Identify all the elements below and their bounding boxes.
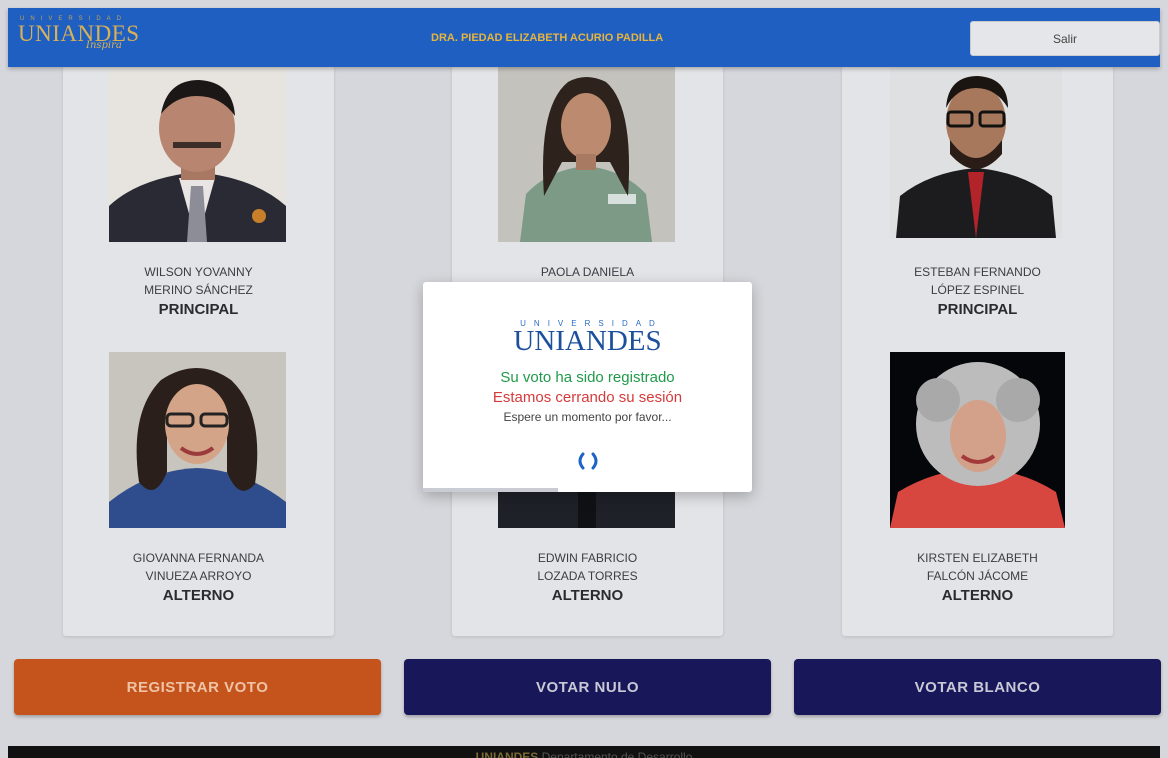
candidate-last-names: LOZADA TORRES [537,569,638,583]
candidate-first-names: WILSON YOVANNY [144,265,253,279]
candidate-card-1[interactable]: WILSON YOVANNY MERINO SÁNCHEZ PRINCIPAL … [63,66,334,636]
vote-registered-message: Su voto ha sido registrado [500,369,675,386]
footer-bar: UNIANDES Departamento de Desarrollo [8,746,1160,758]
progress-bar [423,488,558,492]
please-wait-message: Espere un momento por favor... [503,410,672,424]
candidate-last-names: LÓPEZ ESPINEL [930,283,1025,297]
uniandes-logo: UNIVERSIDAD UNIANDES Inspira [16,12,146,58]
top-header-bar: UNIVERSIDAD UNIANDES Inspira DRA. PIEDAD… [8,8,1160,67]
candidate-info-principal-1: WILSON YOVANNY MERINO SÁNCHEZ PRINCIPAL [63,263,334,321]
candidate-photo-principal-1 [109,66,286,242]
candidate-photo-principal-3 [890,66,1062,238]
candidate-info-principal-2: PAOLA DANIELA [452,263,723,281]
candidate-role: ALTERNO [941,587,1014,604]
register-vote-button[interactable]: REGISTRAR VOTO [14,659,381,715]
candidate-role: PRINCIPAL [158,301,239,318]
candidate-photo-alterno-3 [890,352,1065,528]
candidate-card-3[interactable]: ESTEBAN FERNANDO LÓPEZ ESPINEL PRINCIPAL… [842,66,1113,636]
footer-text: UNIANDES Departamento de Desarrollo [8,750,1160,758]
footer-brand: UNIANDES [475,750,539,758]
exit-button[interactable]: Salir [970,21,1160,56]
candidate-first-names: KIRSTEN ELIZABETH [917,551,1038,565]
candidate-first-names: PAOLA DANIELA [540,265,635,279]
candidate-last-names: FALCÓN JÁCOME [926,569,1029,583]
candidate-first-names: GIOVANNA FERNANDA [132,551,265,565]
footer-department: Departamento de Desarrollo [541,750,693,758]
candidate-role: ALTERNO [162,587,235,604]
candidate-info-alterno-3: KIRSTEN ELIZABETH FALCÓN JÁCOME ALTERNO [842,549,1113,607]
candidate-role: PRINCIPAL [937,301,1018,318]
candidate-info-alterno-2: EDWIN FABRICIO LOZADA TORRES ALTERNO [452,549,723,607]
vote-blank-button[interactable]: VOTAR BLANCO [794,659,1161,715]
candidate-photo-principal-2 [498,66,675,242]
candidate-info-alterno-1: GIOVANNA FERNANDA VINUEZA ARROYO ALTERNO [63,549,334,607]
candidate-last-names: VINUEZA ARROYO [145,569,252,583]
candidate-first-names: ESTEBAN FERNANDO [914,265,1041,279]
closing-session-message: Estamos cerrando su sesión [492,389,683,406]
logo-tagline: Inspira [86,40,122,51]
candidate-first-names: EDWIN FABRICIO [537,551,638,565]
candidate-role: ALTERNO [551,587,624,604]
vote-null-button[interactable]: VOTAR NULO [404,659,771,715]
vote-registered-modal: UNIVERSIDAD UNIANDES Su voto ha sido reg… [423,282,752,492]
loading-spinner-icon [574,450,602,472]
modal-logo-main-text: UNIANDES [513,325,662,357]
candidate-photo-alterno-1 [109,352,286,528]
candidate-last-names: MERINO SÁNCHEZ [144,283,253,297]
user-name: DRA. PIEDAD ELIZABETH ACURIO PADILLA [431,32,664,44]
candidate-info-principal-3: ESTEBAN FERNANDO LÓPEZ ESPINEL PRINCIPAL [842,263,1113,321]
